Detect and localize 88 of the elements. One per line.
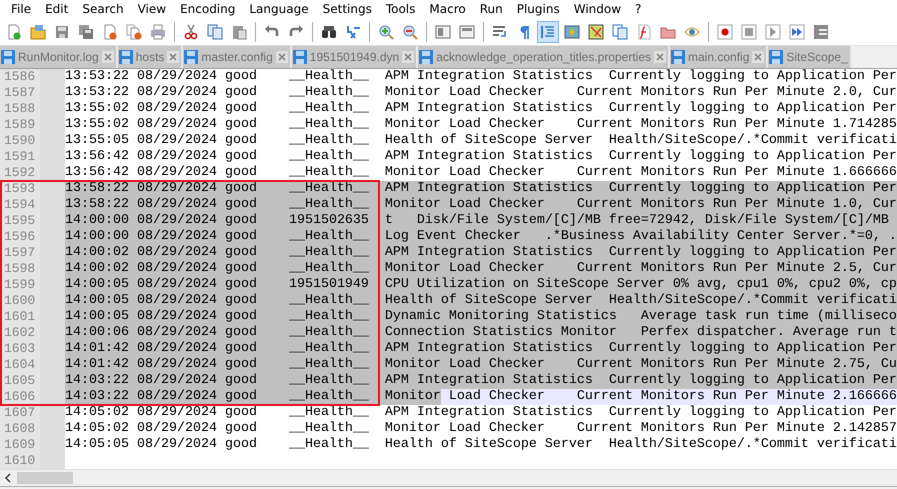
line-number: 1588 xyxy=(3,101,36,117)
documents-icon xyxy=(612,24,628,40)
folder-icon xyxy=(30,24,46,40)
code-line: 13:56:42 08/29/2024 good __Health__ APM Integration Statistics Currently logging to Application Per xyxy=(65,149,897,165)
line-number: 1607 xyxy=(3,405,36,421)
menu-item[interactable]: Run xyxy=(472,2,510,16)
code-line: 13:56:42 08/29/2024 good __Health__ Monitor Load Checker Current Monitors Run Per Minute 1.666666 xyxy=(65,165,897,181)
close-icon[interactable] xyxy=(402,51,414,63)
zoom-in-icon xyxy=(378,24,394,40)
close-icon[interactable] xyxy=(102,51,114,63)
line-number: 1598 xyxy=(3,261,36,277)
floppy-icon xyxy=(769,50,784,64)
line-number: 1587 xyxy=(3,85,36,101)
close-icon[interactable] xyxy=(167,51,180,63)
scissors-icon xyxy=(183,24,199,40)
menu-item[interactable]: Encoding xyxy=(173,2,242,16)
split-view-icon xyxy=(459,24,475,40)
menu-item[interactable]: Tools xyxy=(378,2,422,16)
floppy-icon xyxy=(118,50,133,64)
line-number: 1606 xyxy=(3,389,36,405)
line-number: 1586 xyxy=(3,69,36,85)
new-file-icon xyxy=(6,24,22,40)
code-line: 13:55:02 08/29/2024 good __Health__ APM Integration Statistics Currently logging to Application Per xyxy=(65,101,897,117)
scrollbar-thumb[interactable] xyxy=(17,472,73,484)
close-icon[interactable] xyxy=(654,51,666,63)
fast-forward-icon xyxy=(789,24,805,40)
close-file-icon xyxy=(102,24,118,40)
menu-item[interactable]: Macro xyxy=(422,2,473,16)
floppy-icon xyxy=(671,50,686,64)
play-icon xyxy=(765,24,781,40)
line-number: 1590 xyxy=(3,133,36,149)
floppy-icon xyxy=(419,50,434,64)
close-files-icon xyxy=(126,24,142,40)
line-number: 1595 xyxy=(3,213,36,229)
line-number: 1604 xyxy=(3,357,36,373)
menu-item[interactable]: Search xyxy=(75,2,131,16)
line-number: 1593 xyxy=(3,181,36,197)
code-line: 13:53:22 08/29/2024 good __Health__ Monitor Load Checker Current Monitors Run Per Minute 2.0, Cur xyxy=(65,85,897,101)
line-number: 1609 xyxy=(3,437,36,453)
close-icon[interactable] xyxy=(276,51,288,63)
code-line: 14:05:02 08/29/2024 good __Health__ Monitor Load Checker Current Monitors Run Per Minute 2.142857 xyxy=(65,421,897,437)
printer-icon xyxy=(150,24,166,40)
line-number: 1592 xyxy=(3,165,36,181)
line-number: 1597 xyxy=(3,245,36,261)
line-number: 1599 xyxy=(3,277,36,293)
floppies-icon xyxy=(78,24,94,40)
code-line: 14:05:05 08/29/2024 good __Health__ Health of SiteScope Server Health/SiteScope/.*Commit verificati xyxy=(65,437,897,453)
menu-item[interactable]: Plugins xyxy=(510,2,567,16)
menu-item[interactable]: Window xyxy=(566,2,628,16)
line-number: 1596 xyxy=(3,229,36,245)
window-list-icon xyxy=(813,24,829,40)
menu-item[interactable]: Edit xyxy=(38,2,76,16)
indent-guide-icon xyxy=(540,24,556,40)
split-view-icon xyxy=(435,24,451,40)
line-number: 1589 xyxy=(3,117,36,133)
line-number: 1591 xyxy=(3,149,36,165)
code-line: 13:55:05 08/29/2024 good __Health__ Health of SiteScope Server Health/SiteScope/.*Commit verificati xyxy=(65,133,897,149)
floppy-icon xyxy=(1,50,15,64)
line-number: 1602 xyxy=(3,325,36,341)
lightning-window-icon xyxy=(564,24,580,40)
replace-icon xyxy=(345,24,361,40)
line-number: 1605 xyxy=(3,373,36,389)
copy-icon xyxy=(207,24,223,40)
menu-item[interactable]: File xyxy=(4,2,38,16)
code-line: 13:53:22 08/29/2024 good __Health__ APM Integration Statistics Currently logging to Application Per xyxy=(65,69,897,85)
menu-item[interactable]: Settings xyxy=(316,2,379,16)
binoculars-icon xyxy=(321,24,337,40)
line-number: 1603 xyxy=(3,341,36,357)
paste-icon xyxy=(231,24,247,40)
line-number: 1608 xyxy=(3,421,36,437)
line-number: 1600 xyxy=(3,293,36,309)
wrap-lines-icon xyxy=(492,24,508,40)
menu-item[interactable]: View xyxy=(130,2,174,16)
record-icon xyxy=(717,24,733,40)
menu-item[interactable]: ? xyxy=(628,2,648,16)
floppy-icon xyxy=(54,24,70,40)
menu-item[interactable]: Language xyxy=(242,2,316,16)
stop-icon xyxy=(741,24,757,40)
code-line: 13:55:02 08/29/2024 good __Health__ Monitor Load Checker Current Monitors Run Per Minute 1.714285 xyxy=(65,117,897,133)
code-line: 14:05:02 08/29/2024 good __Health__ APM Integration Statistics Currently logging to Application Per xyxy=(65,405,897,421)
zoom-out-icon xyxy=(402,24,418,40)
line-number: 1610 xyxy=(3,453,36,469)
floppy-icon xyxy=(292,50,307,64)
close-icon[interactable] xyxy=(752,51,764,63)
floppy-icon xyxy=(184,50,198,64)
function-page-icon xyxy=(636,24,652,40)
line-number: 1594 xyxy=(3,197,36,213)
line-number: 1601 xyxy=(3,309,36,325)
